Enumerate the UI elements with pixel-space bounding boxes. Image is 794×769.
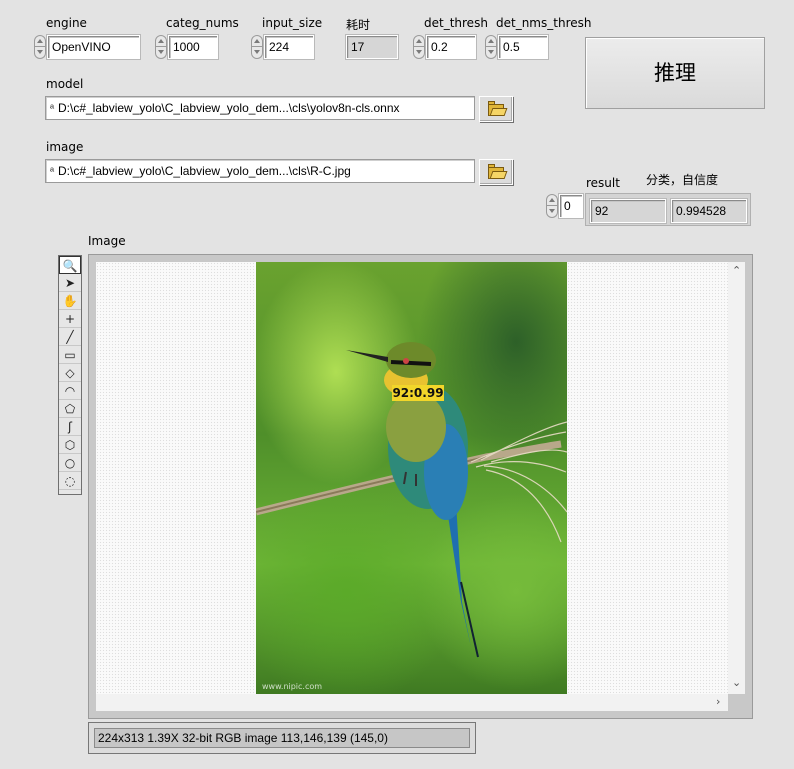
input-size-field[interactable]: 224 bbox=[263, 34, 315, 60]
scroll-up-icon[interactable]: ⌃ bbox=[732, 264, 741, 277]
model-path-text: D:\c#_labview_yolo\C_labview_yolo_dem...… bbox=[58, 101, 400, 115]
det-thresh-spinner[interactable] bbox=[413, 35, 425, 59]
time-label: 耗时 bbox=[346, 18, 371, 32]
oval-tool-icon[interactable]: ○ bbox=[59, 454, 81, 472]
result-index-field[interactable]: 0 bbox=[558, 193, 584, 219]
det-nms-thresh-spinner[interactable] bbox=[485, 35, 497, 59]
polygon-tool-icon[interactable]: ⬠ bbox=[59, 400, 81, 418]
engine-label: engine bbox=[46, 16, 87, 30]
scroll-down-icon[interactable]: ⌄ bbox=[732, 676, 741, 689]
model-browse-button[interactable] bbox=[479, 96, 513, 122]
zoom-tool-icon[interactable]: 🔍 bbox=[59, 256, 81, 274]
scroll-right-icon[interactable]: › bbox=[716, 695, 720, 708]
image-status-text: 224x313 1.39X 32-bit RGB image 113,146,1… bbox=[94, 728, 470, 748]
categ-nums-field[interactable]: 1000 bbox=[167, 34, 219, 60]
engine-field[interactable]: OpenVINO bbox=[46, 34, 141, 60]
det-nms-thresh-label: det_nms_thresh bbox=[496, 16, 592, 30]
image-path-field[interactable]: ª D:\c#_labview_yolo\C_labview_yolo_dem..… bbox=[45, 159, 475, 183]
det-thresh-field[interactable]: 0.2 bbox=[425, 34, 477, 60]
image-display-label: Image bbox=[88, 234, 126, 248]
det-thresh-label: det_thresh bbox=[424, 16, 488, 30]
classification-overlay-label: 92:0.99 bbox=[392, 385, 444, 401]
infer-button[interactable]: 推理 bbox=[585, 37, 765, 109]
image-label: image bbox=[46, 140, 84, 154]
input-size-spinner[interactable] bbox=[251, 35, 263, 59]
rotated-rect-tool-icon[interactable]: ◇ bbox=[59, 364, 81, 382]
result-label: result bbox=[586, 176, 620, 190]
folder-open-icon bbox=[488, 164, 508, 179]
pointer-tool-icon[interactable]: ➤ bbox=[59, 274, 81, 292]
pan-tool-icon[interactable]: ✋ bbox=[59, 292, 81, 310]
model-label: model bbox=[46, 77, 84, 91]
image-browse-button[interactable] bbox=[479, 159, 513, 185]
categ-nums-label: categ_nums bbox=[166, 16, 239, 30]
annulus-tool-icon[interactable]: ◠ bbox=[59, 382, 81, 400]
folder-open-icon bbox=[488, 101, 508, 116]
bird-illustration: www.nipic.com bbox=[256, 342, 567, 691]
path-icon: ª bbox=[49, 166, 55, 178]
image-tools-palette: 🔍 ➤ ✋ + ╱ ▭ ◇ ◠ ⬠ ʃ ⬡ ○ ◌ bbox=[58, 255, 82, 495]
path-icon: ª bbox=[49, 103, 55, 115]
result-caption: 分类，自信度 bbox=[646, 173, 719, 187]
time-indicator: 17 bbox=[345, 34, 399, 60]
vertical-scrollbar[interactable]: ⌃ ⌄ bbox=[728, 262, 745, 694]
result-class-id: 92 bbox=[589, 198, 667, 224]
model-path-field[interactable]: ª D:\c#_labview_yolo\C_labview_yolo_dem..… bbox=[45, 96, 475, 120]
result-confidence: 0.994528 bbox=[670, 198, 748, 224]
point-tool-icon[interactable]: + bbox=[59, 310, 81, 328]
ring-tool-icon[interactable]: ◌ bbox=[59, 472, 81, 490]
result-index-spinner[interactable] bbox=[546, 194, 558, 218]
bird-photo: www.nipic.com bbox=[256, 262, 567, 694]
det-nms-thresh-field[interactable]: 0.5 bbox=[497, 34, 549, 60]
image-status-bar: 224x313 1.39X 32-bit RGB image 113,146,1… bbox=[88, 722, 476, 754]
rectangle-tool-icon[interactable]: ▭ bbox=[59, 346, 81, 364]
freehand-region-tool-icon[interactable]: ⬡ bbox=[59, 436, 81, 454]
line-tool-icon[interactable]: ╱ bbox=[59, 328, 81, 346]
svg-text:www.nipic.com: www.nipic.com bbox=[262, 682, 322, 691]
freehand-tool-icon[interactable]: ʃ bbox=[59, 418, 81, 436]
horizontal-scrollbar[interactable]: › bbox=[96, 694, 728, 711]
categ-nums-spinner[interactable] bbox=[155, 35, 167, 59]
image-path-text: D:\c#_labview_yolo\C_labview_yolo_dem...… bbox=[58, 164, 351, 178]
engine-spinner[interactable] bbox=[34, 35, 46, 59]
input-size-label: input_size bbox=[262, 16, 323, 30]
